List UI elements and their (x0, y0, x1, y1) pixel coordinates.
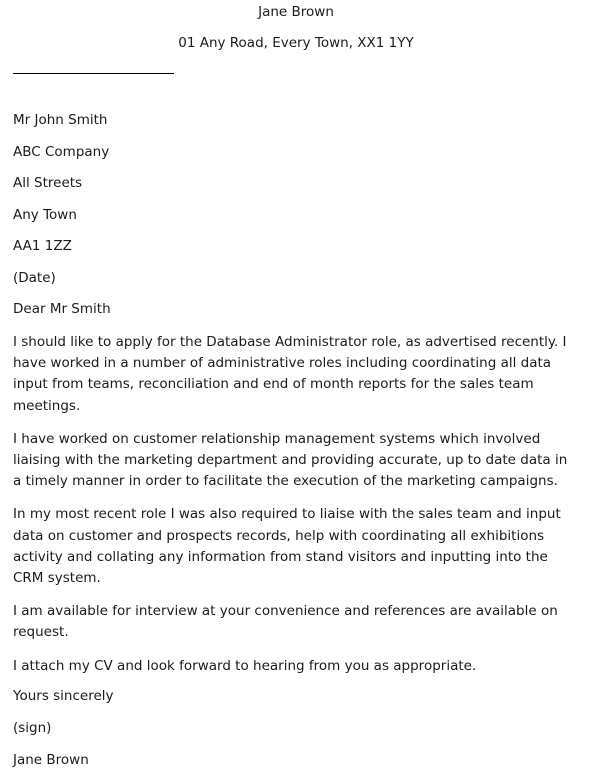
signature-placeholder-line: (sign) (13, 719, 52, 736)
signer-name-line: Jane Brown (13, 751, 89, 768)
letter-closing: Yours sincerely (sign) Jane Brown (13, 687, 579, 768)
sender-name: Jane Brown (258, 4, 334, 20)
body-paragraph-4: I am available for interview at your con… (13, 603, 558, 641)
horizontal-divider-rule (13, 73, 174, 74)
recipient-line-postcode: AA1 1ZZ (13, 238, 72, 254)
sender-header: Jane Brown 01 Any Road, Every Town, XX1 … (13, 0, 579, 53)
letter-body: I should like to apply for the Database … (13, 332, 579, 677)
valediction-line: Yours sincerely (13, 687, 114, 704)
body-paragraph-2: I have worked on customer relationship m… (13, 430, 568, 490)
recipient-address-block: Mr John Smith ABC Company All Streets An… (13, 113, 579, 254)
salutation-line: Dear Mr Smith (13, 301, 111, 317)
body-paragraph-5: I attach my CV and look forward to heari… (13, 657, 477, 674)
recipient-line-company: ABC Company (13, 143, 110, 160)
recipient-line-street: All Streets (13, 175, 83, 191)
date-line: (Date) (13, 269, 56, 286)
recipient-line-town: Any Town (13, 206, 77, 223)
divider-rule-container (13, 73, 579, 85)
recipient-line-name: Mr John Smith (13, 112, 108, 128)
sender-address: 01 Any Road, Every Town, XX1 1YY (178, 35, 414, 51)
body-paragraph-1: I should like to apply for the Database … (13, 334, 567, 414)
body-paragraph-3: In my most recent role I was also requir… (13, 506, 561, 587)
cover-letter-document: Jane Brown 01 Any Road, Every Town, XX1 … (0, 0, 593, 767)
